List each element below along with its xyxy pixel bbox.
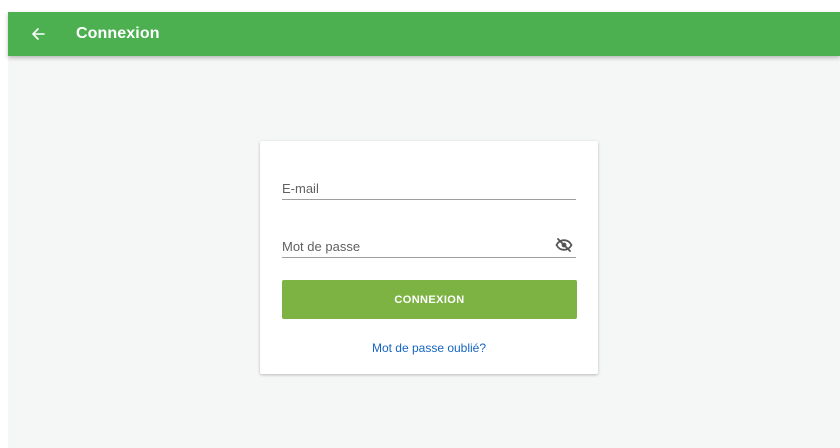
app-window: Connexion CONNEXION Mot de passe oublié? xyxy=(8,12,840,448)
password-field xyxy=(282,231,576,258)
login-button[interactable]: CONNEXION xyxy=(282,280,577,319)
login-card: CONNEXION Mot de passe oublié? xyxy=(260,141,598,374)
top-app-bar: Connexion xyxy=(8,12,840,56)
page-title: Connexion xyxy=(76,25,160,42)
back-button[interactable] xyxy=(16,12,60,56)
eye-off-icon xyxy=(555,238,573,252)
password-visibility-toggle[interactable] xyxy=(554,235,574,255)
email-input[interactable] xyxy=(282,181,532,196)
arrow-left-icon xyxy=(32,28,45,40)
forgot-password-link[interactable]: Mot de passe oublié? xyxy=(260,341,598,355)
password-input[interactable] xyxy=(282,239,532,254)
email-field xyxy=(282,173,576,200)
